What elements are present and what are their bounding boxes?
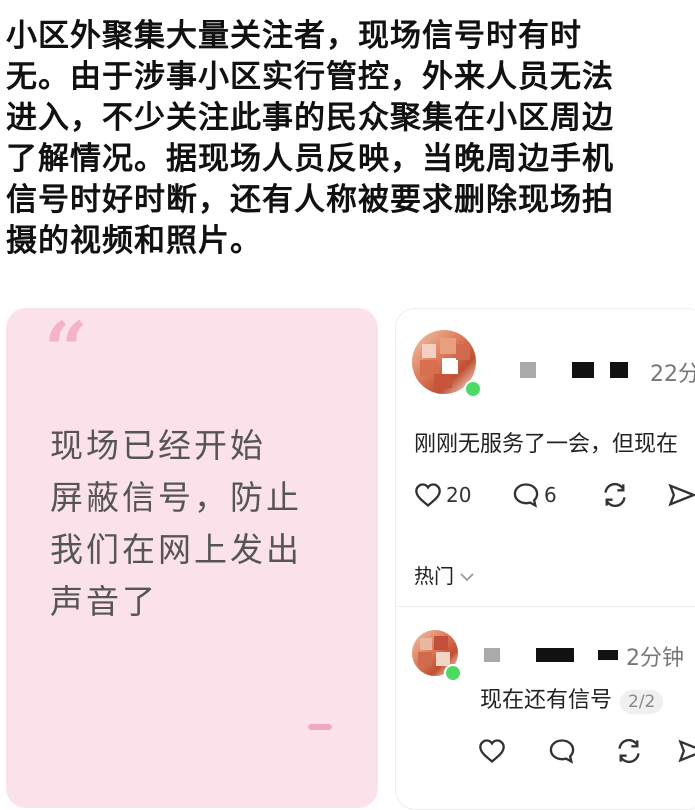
repost-icon <box>600 482 630 508</box>
sort-label: 热门 <box>414 564 454 588</box>
card-indicator <box>308 724 332 730</box>
share-button[interactable] <box>678 738 695 764</box>
redacted-username <box>598 650 618 660</box>
repost-button[interactable] <box>600 482 630 508</box>
cropped-header-fragment <box>60 0 140 4</box>
repost-button[interactable] <box>614 738 644 764</box>
share-icon <box>678 738 695 764</box>
online-status-dot <box>444 664 462 682</box>
reply-text-content: 现在还有信号 <box>480 688 613 713</box>
comment-icon <box>548 738 576 764</box>
reply-text: 现在还有信号 2/2 <box>480 682 664 714</box>
comment-button[interactable]: 6 <box>512 482 557 508</box>
redacted-username <box>572 362 594 378</box>
redacted-username <box>520 362 536 378</box>
heart-icon <box>414 482 442 508</box>
quote-text: 现场已经开始 屏蔽信号，防止 我们在网上发出 声音了 <box>50 420 350 628</box>
page-badge: 2/2 <box>620 690 664 714</box>
redacted-username <box>536 648 574 662</box>
redacted-username <box>610 362 628 378</box>
post-text: 刚刚无服务了一会，但现在 <box>414 432 679 457</box>
article-line: 无。由于涉事小区实行管控，外来人员无法 <box>6 59 614 95</box>
comment-count: 6 <box>544 483 557 507</box>
redacted-username <box>484 648 500 662</box>
like-button[interactable]: 20 <box>414 482 471 508</box>
sort-dropdown[interactable]: 热门 <box>414 560 474 589</box>
heart-icon <box>478 738 506 764</box>
like-count: 20 <box>446 483 472 507</box>
article-line: 摄的视频和照片。 <box>6 223 262 259</box>
divider <box>395 606 695 607</box>
chevron-down-icon <box>460 563 474 587</box>
comment-icon <box>512 482 540 508</box>
comment-button[interactable] <box>548 738 576 764</box>
article-paragraph: 小区外聚集大量关注者，现场信号时有时 无。由于涉事小区实行管控，外来人员无法 进… <box>6 16 686 262</box>
quote-line: 我们在网上发出 <box>50 530 302 569</box>
like-button[interactable] <box>478 738 506 764</box>
article-line: 信号时好时断，还有人称被要求删除现场拍 <box>6 182 614 218</box>
reply-time: 2分钟 <box>626 646 684 671</box>
share-button[interactable] <box>668 482 695 508</box>
post-time: 22分 <box>650 362 695 387</box>
share-icon <box>668 482 695 508</box>
online-status-dot <box>464 380 482 398</box>
article-line: 进入，不少关注此事的民众聚集在小区周边 <box>6 100 614 136</box>
article-line: 小区外聚集大量关注者，现场信号时有时 <box>6 18 582 54</box>
quote-line: 声音了 <box>50 582 158 621</box>
article-line: 了解情况。据现场人员反映，当晚周边手机 <box>6 141 614 177</box>
quote-line: 屏蔽信号，防止 <box>50 478 302 517</box>
quote-mark-icon: “ <box>44 305 88 394</box>
quote-line: 现场已经开始 <box>50 426 266 465</box>
repost-icon <box>614 738 644 764</box>
